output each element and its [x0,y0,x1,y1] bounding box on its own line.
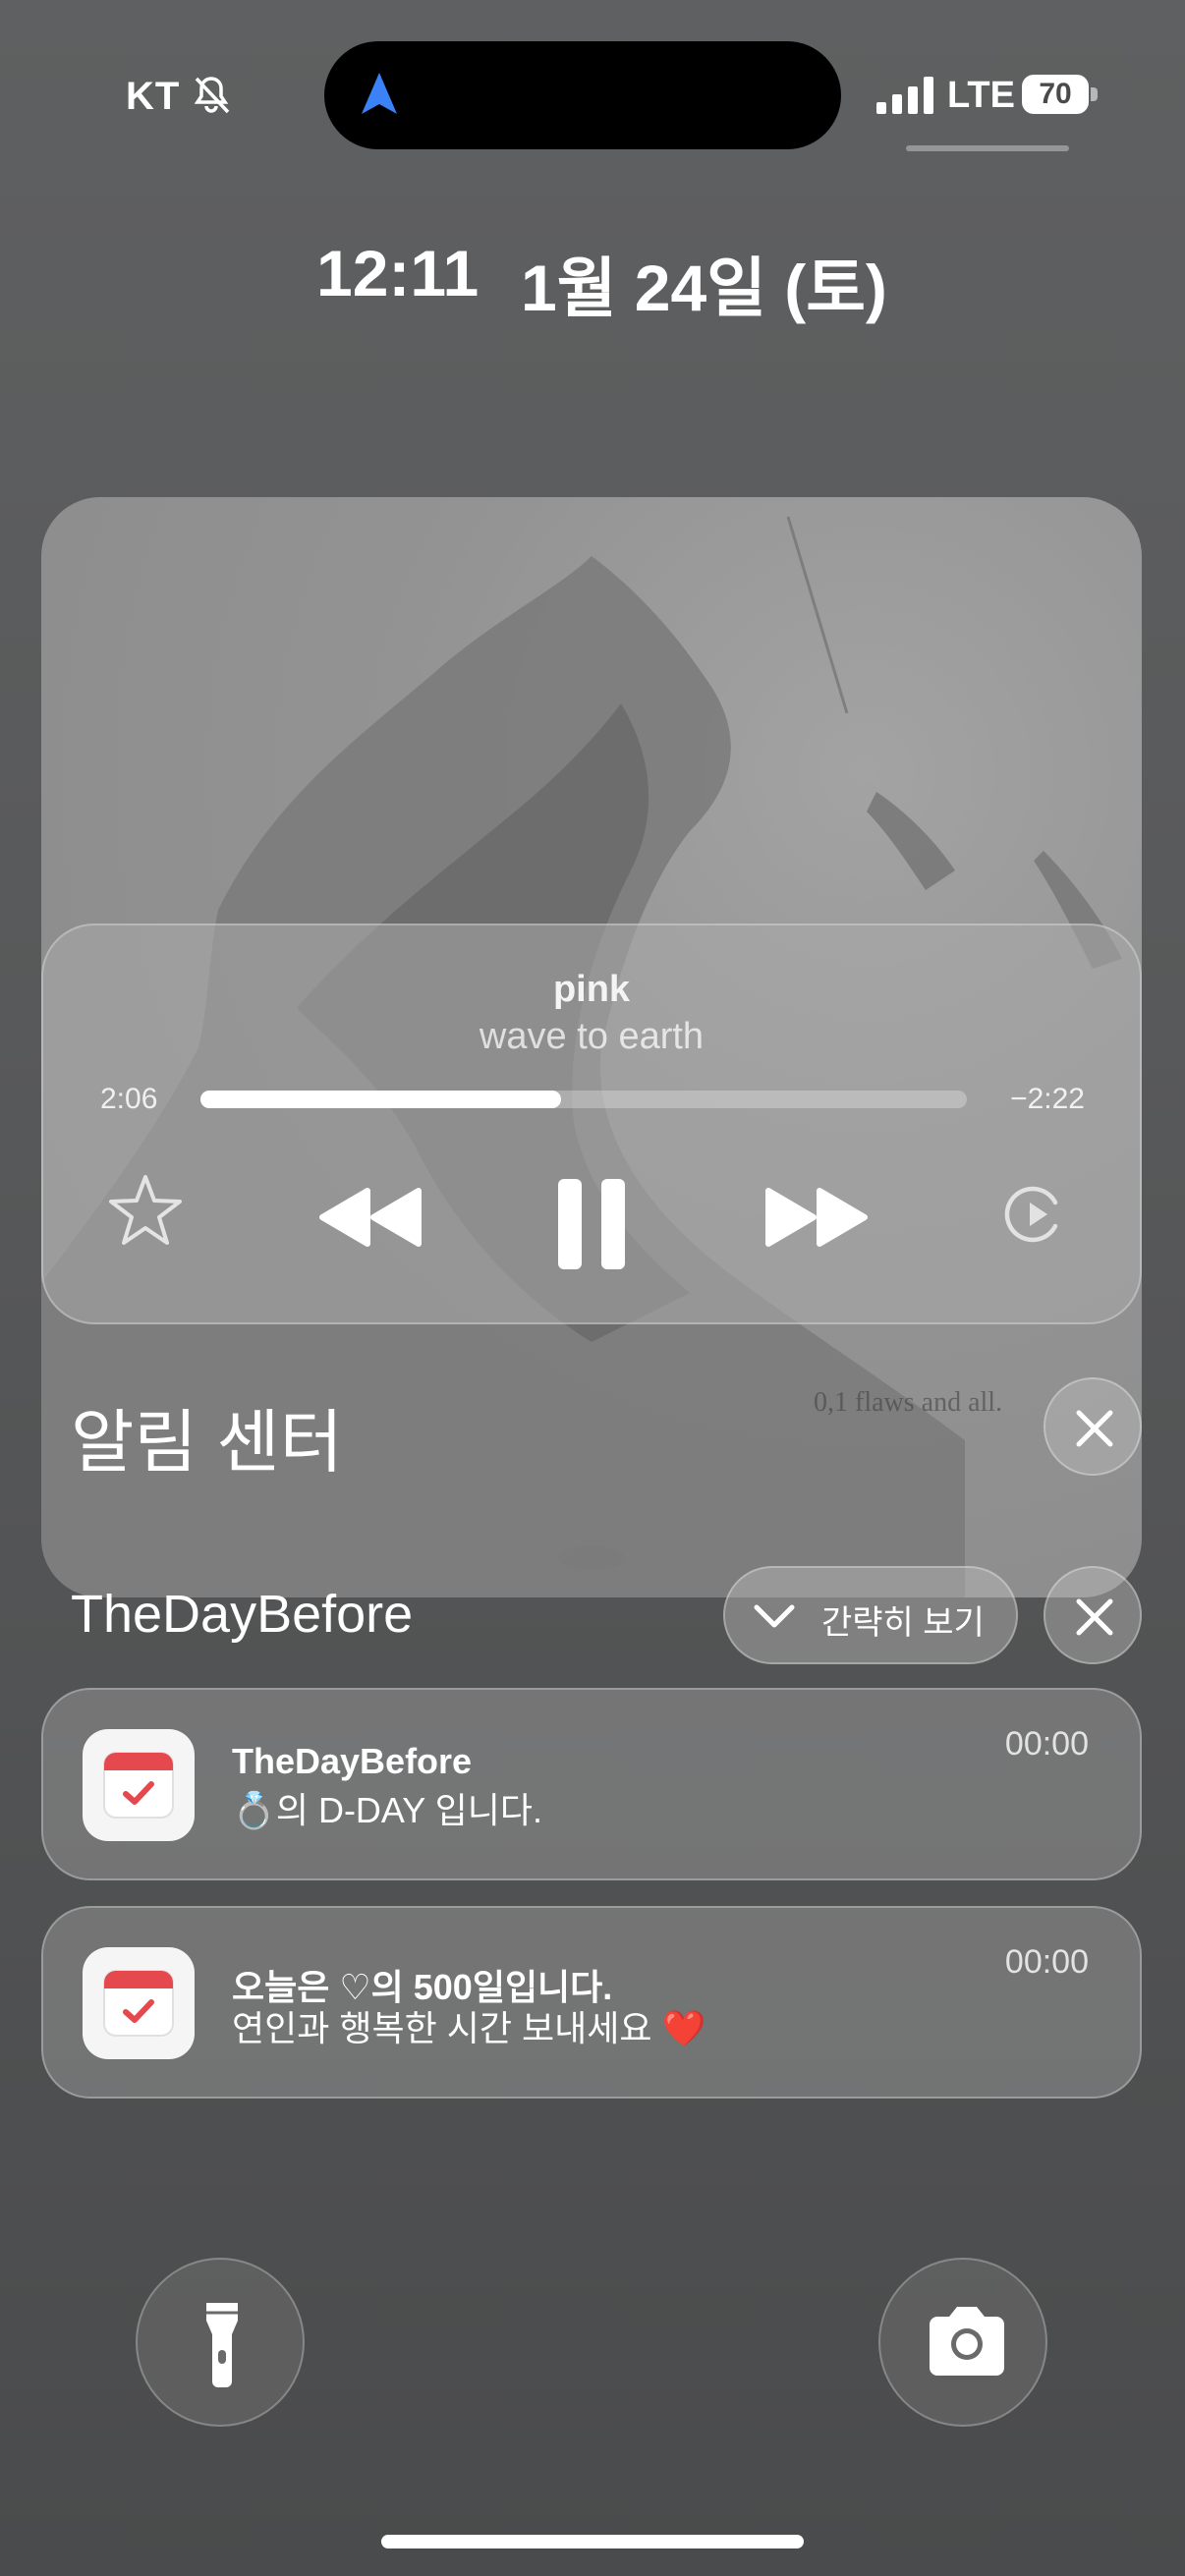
elapsed-time: 2:06 [100,1083,158,1115]
notification-body: 연인과 행복한 시간 보내세요 ❤️ [232,2008,706,2048]
fast-forward-icon[interactable] [762,1185,871,1255]
notification-card[interactable]: 오늘은 ♡의 500일입니다. 연인과 행복한 시간 보내세요 ❤️ 00:00 [41,1906,1142,2099]
notification-title: TheDayBefore [232,1741,473,1781]
signal-bars-icon [876,77,935,114]
show-less-label: 간략히 보기 [821,1604,985,1642]
media-player[interactable]: pink wave to earth 2:06 −2:22 [41,924,1142,1324]
notification-time: 00:00 [1004,1943,1089,1981]
song-title: pink [552,969,631,1010]
progress-scrubber[interactable] [200,1091,967,1108]
notification-time: 00:00 [1004,1725,1089,1763]
show-less-button[interactable]: 간략히 보기 [723,1566,1018,1664]
progress-fill [200,1091,561,1108]
album-cover-text: 0,1 flaws and all. [814,1387,1003,1418]
calendar-app-icon [83,1947,195,2059]
chevron-down-icon [754,1604,795,1628]
network-type-label: LTE [947,75,1015,116]
clock-date: 1월 24일 (토) [521,252,887,324]
notification-group-title: TheDayBefore [71,1585,414,1644]
artist-name[interactable]: wave to earth [43,1016,1140,1058]
close-icon [1076,1598,1113,1636]
flashlight-icon [206,2303,238,2387]
clear-group-button[interactable] [1044,1566,1142,1664]
carrier-label: KT [126,75,181,118]
remaining-time: −2:22 [1010,1083,1085,1115]
dynamic-island[interactable] [324,41,841,149]
battery-icon: 70 [1022,75,1100,114]
airplay-icon[interactable] [1004,1183,1067,1251]
rewind-icon[interactable] [316,1185,424,1255]
calendar-app-icon [83,1729,195,1841]
navigation-arrow-icon [360,71,399,118]
home-indicator[interactable] [381,2535,804,2548]
notification-body: 💍의 D-DAY 입니다. [232,1790,542,1830]
battery-level: 70 [1022,75,1089,114]
notification-center-title: 알림 센터 [71,1404,344,1481]
control-center-indicator[interactable] [906,145,1069,151]
camera-button[interactable] [878,2258,1047,2427]
flashlight-button[interactable] [136,2258,305,2427]
clear-all-button[interactable] [1044,1377,1142,1476]
camera-icon [930,2307,1004,2376]
star-icon[interactable] [106,1171,185,1255]
notification-card[interactable]: TheDayBefore 💍의 D-DAY 입니다. 00:00 [41,1688,1142,1880]
bell-slash-icon [189,73,234,118]
close-icon [1076,1410,1113,1447]
clock-time: 12:11 [316,237,480,309]
pause-icon[interactable] [554,1175,629,1278]
